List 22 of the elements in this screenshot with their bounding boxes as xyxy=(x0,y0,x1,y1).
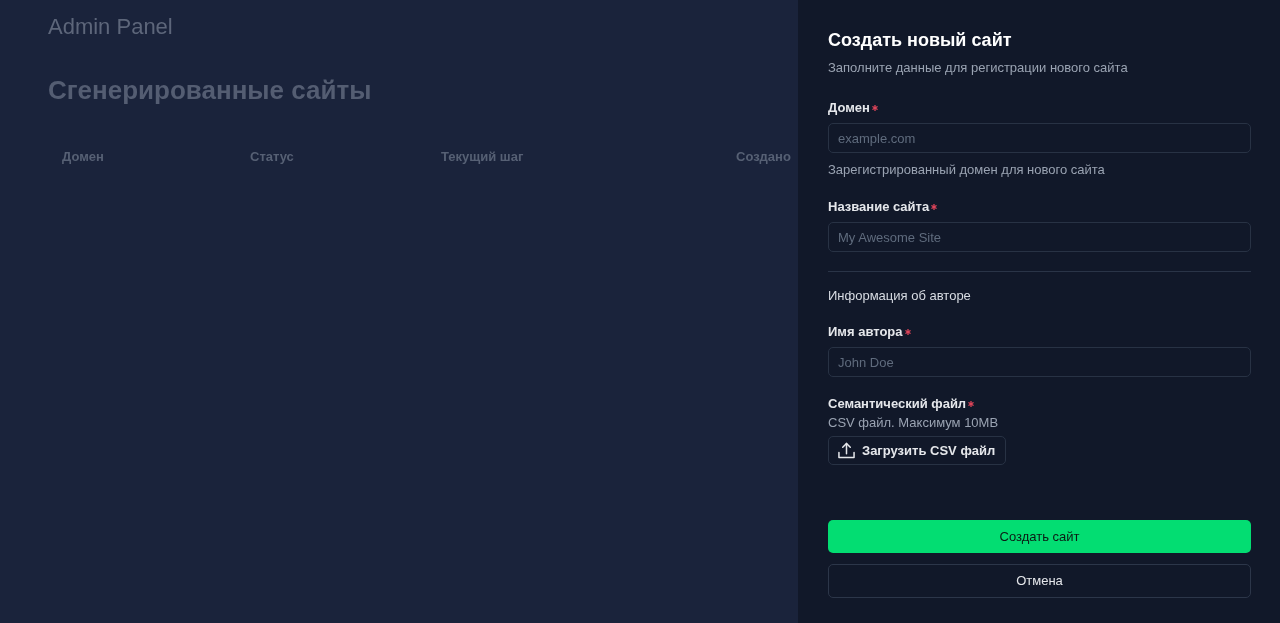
field-hint: Зарегистрированный домен для нового сайта xyxy=(828,161,1105,179)
brand-title: Admin Panel xyxy=(48,14,173,40)
section-title: Информация об авторе xyxy=(828,287,971,305)
column-header: Статус xyxy=(250,149,294,164)
text-input-field[interactable]: My Awesome Site xyxy=(828,222,1251,252)
field-label: Семантический файл xyxy=(828,395,967,413)
field-hint: CSV файл. Максимум 10MB xyxy=(828,414,999,432)
column-header: Создано xyxy=(736,149,791,164)
dialog-description: Заполните данные для регистрации нового сайта xyxy=(828,59,1128,77)
field-label: Название сайта xyxy=(828,198,930,216)
create-button[interactable]: Создать сайт xyxy=(828,520,1251,553)
upload-button[interactable]: Загрузить CSV файл xyxy=(828,436,1007,465)
text-input-field[interactable]: John Doe xyxy=(828,347,1251,377)
column-header: Текущий шаг xyxy=(441,149,524,164)
text-input-field[interactable]: example.com xyxy=(828,123,1251,153)
cancel-button[interactable]: Отмена xyxy=(828,564,1251,598)
dialog-title: Создать новый сайт xyxy=(828,29,1012,52)
field-label: Имя автора xyxy=(828,323,903,341)
upload-icon xyxy=(838,442,855,459)
field-label: Домен xyxy=(828,99,870,117)
column-header: Домен xyxy=(62,149,104,164)
page-heading: Сгенерированные сайты xyxy=(48,74,372,106)
